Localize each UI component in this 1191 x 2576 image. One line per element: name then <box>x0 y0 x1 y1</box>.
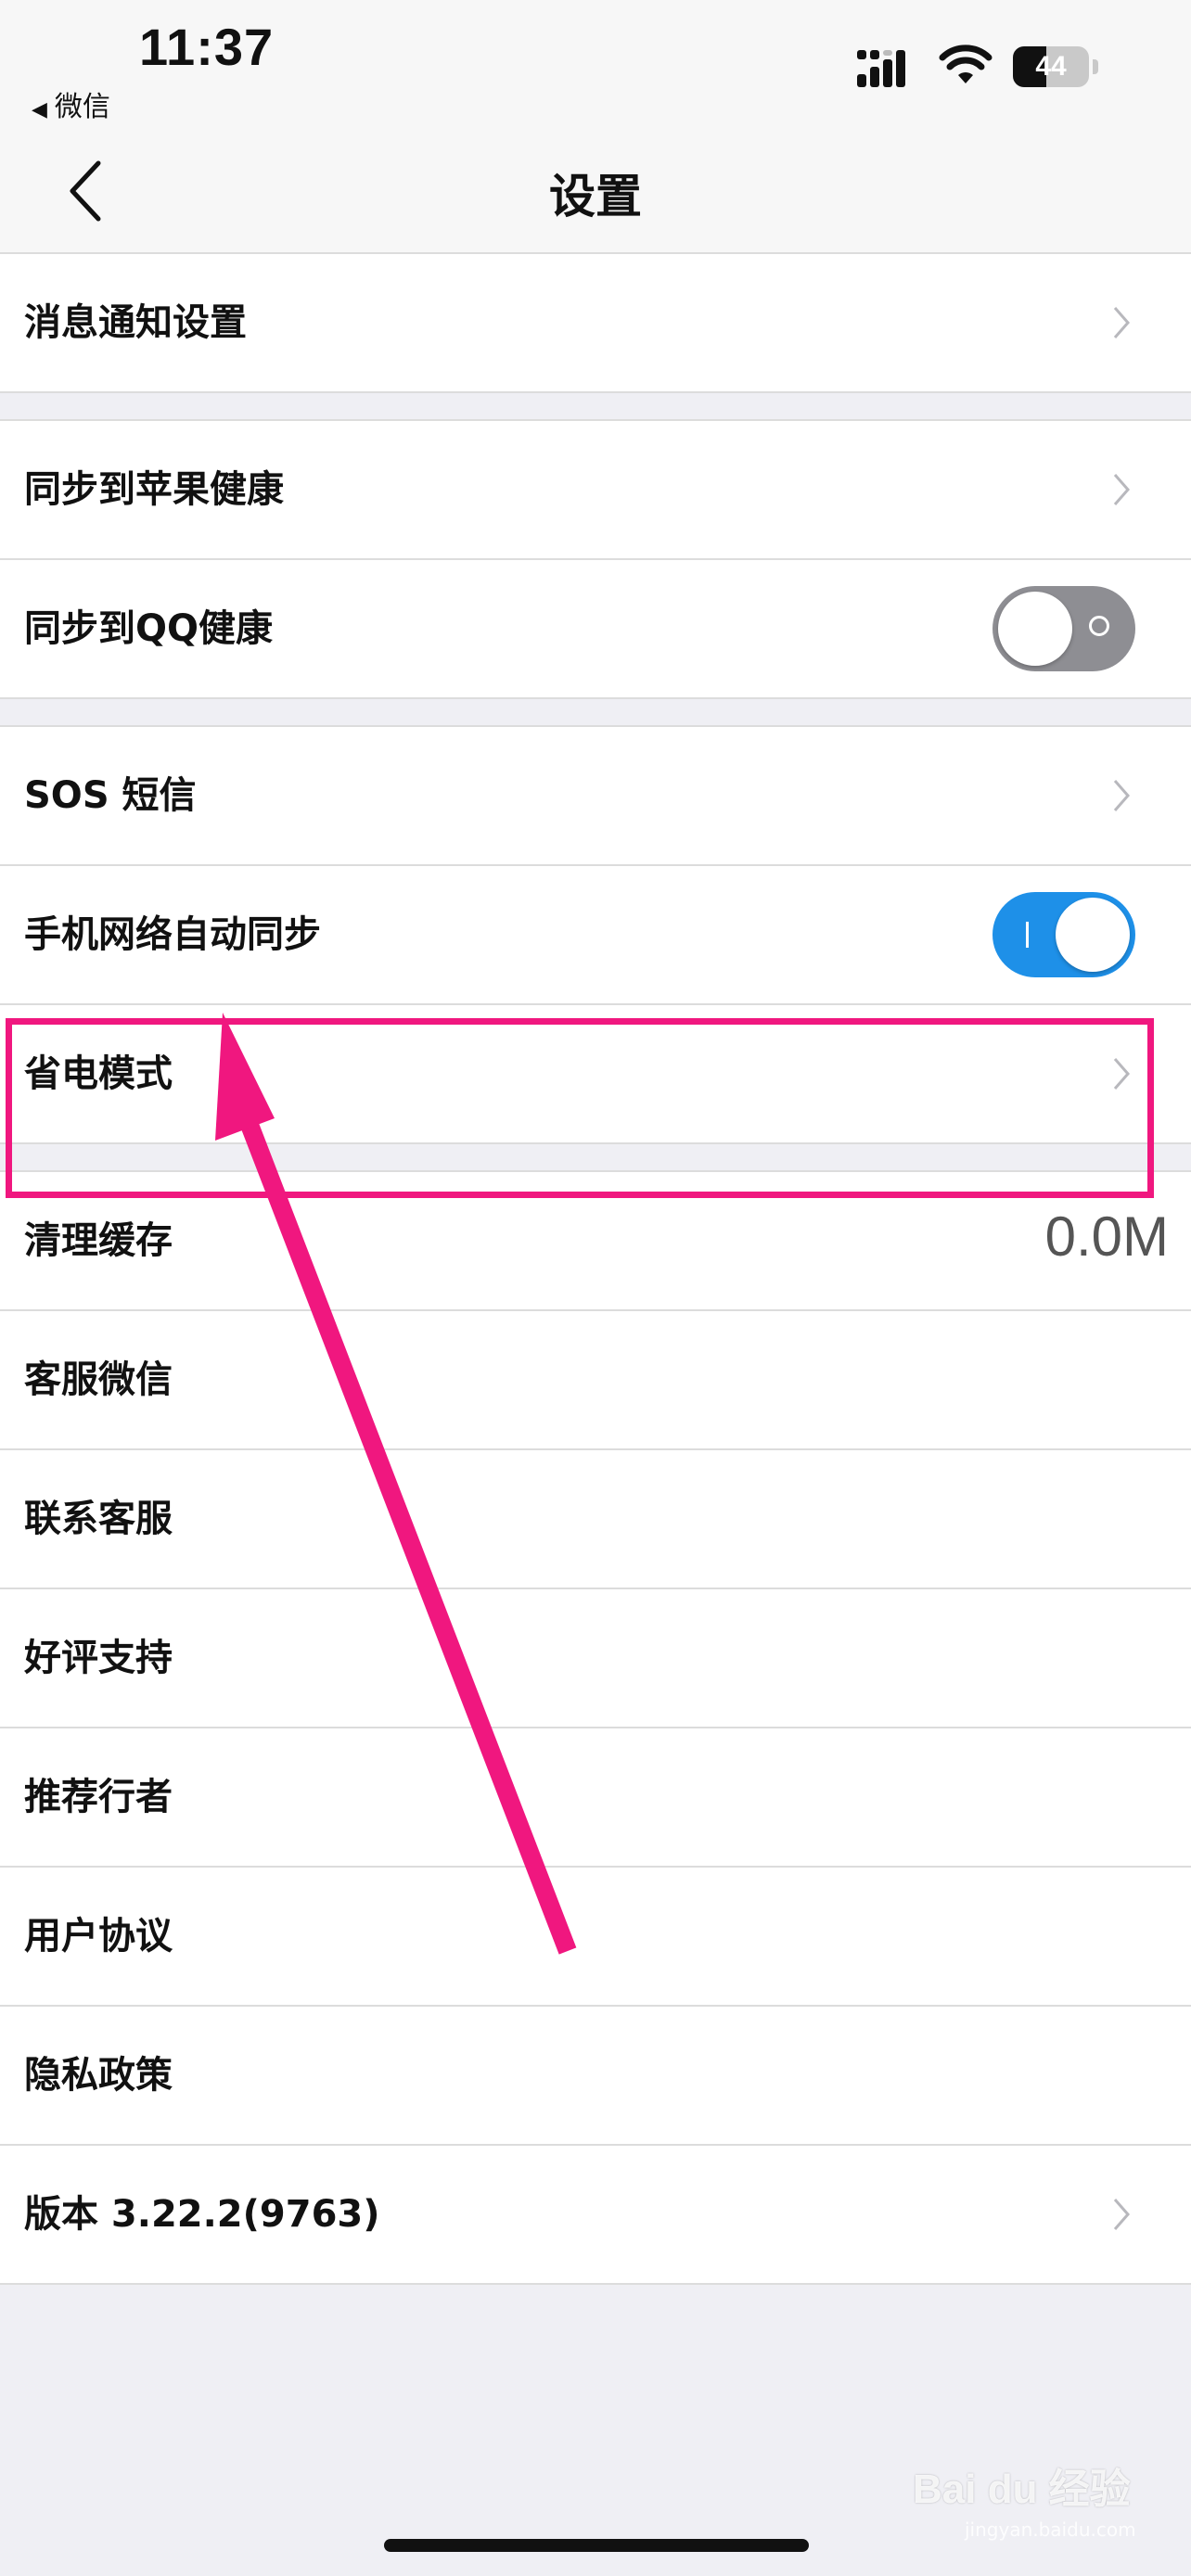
home-indicator[interactable] <box>384 2539 809 2552</box>
watermark-logo: Bai du 经验 <box>913 2467 1131 2512</box>
battery-level: 44 <box>1035 51 1067 82</box>
settings-row-rating[interactable]: 好评支持 <box>0 1589 1191 1727</box>
row-label: 消息通知设置 <box>24 301 247 344</box>
divider <box>0 697 1191 699</box>
chevron-right-icon <box>1113 474 1130 505</box>
chevron-right-icon <box>1113 780 1130 811</box>
row-label: 同步到QQ健康 <box>24 607 274 650</box>
row-label: SOS 短信 <box>24 774 197 817</box>
row-label: 好评支持 <box>24 1637 173 1679</box>
highlight-box <box>6 1018 1154 1198</box>
toggle-on-mark <box>1026 922 1029 948</box>
row-label: 联系客服 <box>24 1498 173 1540</box>
battery-icon: 44 <box>1013 46 1100 87</box>
settings-row-user-agreement[interactable]: 用户协议 <box>0 1868 1191 2005</box>
toggle-knob <box>998 592 1072 666</box>
watermark-url: jingyan.baidu.com <box>965 2519 1136 2541</box>
auto-sync-toggle[interactable] <box>992 892 1135 977</box>
toggle-knob <box>1056 898 1130 972</box>
back-to-app-link[interactable]: ◀ 微信 <box>32 83 110 124</box>
back-to-app-label: 微信 <box>54 91 110 123</box>
chevron-right-icon <box>1113 307 1130 338</box>
qq-health-toggle[interactable] <box>992 586 1135 671</box>
divider <box>0 391 1191 393</box>
settings-row-apple-health[interactable]: 同步到苹果健康 <box>0 421 1191 558</box>
back-triangle-icon: ◀ <box>32 98 47 121</box>
divider <box>0 2283 1191 2285</box>
status-time: 11:37 <box>139 18 275 76</box>
settings-row-privacy-policy[interactable]: 隐私政策 <box>0 2007 1191 2144</box>
settings-row-version[interactable]: 版本 3.22.2(9763) <box>0 2146 1191 2283</box>
settings-row-qq-health: 同步到QQ健康 <box>0 560 1191 697</box>
row-label: 隐私政策 <box>24 2054 173 2097</box>
settings-row-sos-sms[interactable]: SOS 短信 <box>0 727 1191 864</box>
settings-row-notifications[interactable]: 消息通知设置 <box>0 254 1191 391</box>
settings-row-recommend[interactable]: 推荐行者 <box>0 1728 1191 1866</box>
settings-row-contact-service[interactable]: 联系客服 <box>0 1450 1191 1588</box>
row-label: 同步到苹果健康 <box>24 468 284 511</box>
row-label: 版本 3.22.2(9763) <box>24 2193 380 2236</box>
wifi-icon <box>939 45 992 83</box>
row-label: 推荐行者 <box>24 1776 173 1818</box>
battery-tip <box>1093 59 1098 74</box>
row-label: 客服微信 <box>24 1358 173 1401</box>
toggle-off-mark <box>1089 616 1109 636</box>
row-label: 手机网络自动同步 <box>24 913 321 956</box>
cellular-signal-icon <box>857 50 905 87</box>
chevron-right-icon <box>1113 2199 1130 2230</box>
settings-row-auto-sync: 手机网络自动同步 <box>0 866 1191 1003</box>
row-label: 用户协议 <box>24 1915 173 1958</box>
page-title: 设置 <box>549 170 642 223</box>
settings-row-service-wechat[interactable]: 客服微信 <box>0 1311 1191 1448</box>
